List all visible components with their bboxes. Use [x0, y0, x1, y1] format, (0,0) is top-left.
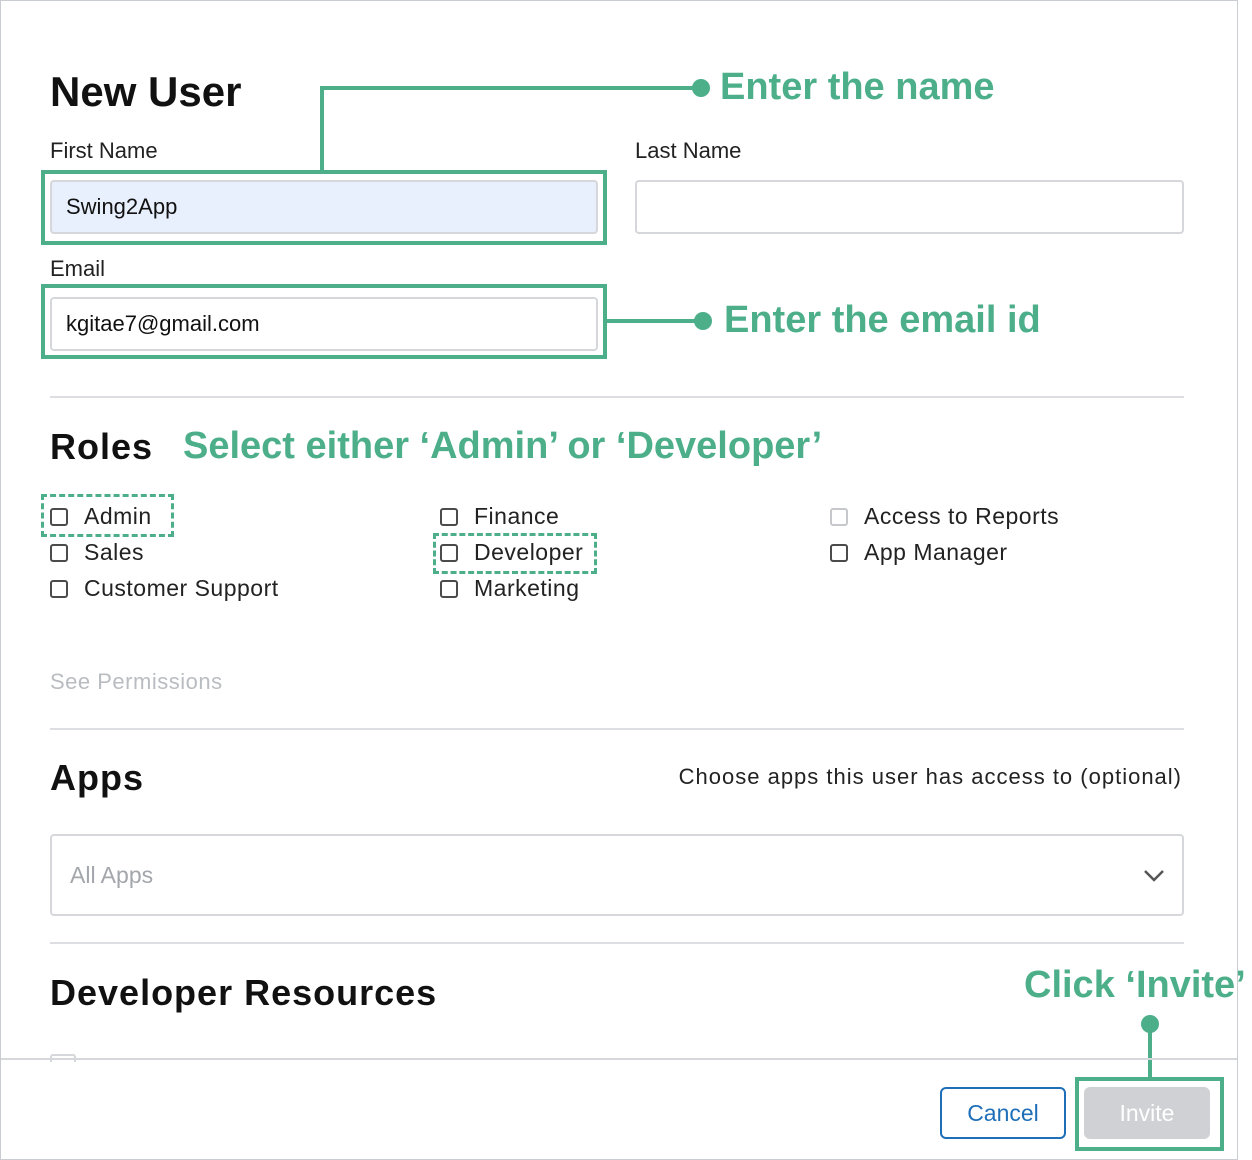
annotation-email: Enter the email id: [724, 299, 1041, 341]
role-customer-support[interactable]: Customer Support: [50, 575, 279, 602]
apps-heading: Apps: [50, 757, 144, 798]
developer-highlight: [433, 533, 597, 574]
roles-heading: Roles: [50, 426, 154, 467]
footer-divider: [1, 1058, 1237, 1060]
role-access-to-reports: Access to Reports: [830, 503, 1059, 530]
checkbox-icon[interactable]: [440, 507, 458, 526]
checkbox-icon[interactable]: [50, 579, 68, 598]
chevron-down-icon: [1144, 870, 1164, 882]
checkbox-icon[interactable]: [50, 543, 68, 562]
divider: [50, 396, 1184, 398]
role-label: Customer Support: [84, 575, 279, 601]
admin-highlight: [41, 494, 174, 537]
role-label: Finance: [474, 503, 560, 529]
cancel-button[interactable]: Cancel: [940, 1087, 1066, 1139]
divider: [50, 942, 1184, 944]
checkbox-icon[interactable]: [830, 543, 848, 562]
apps-hint: Choose apps this user has access to (opt…: [678, 764, 1182, 789]
annotation-name: Enter the name: [720, 66, 995, 108]
role-label: Marketing: [474, 575, 580, 601]
checkbox-icon: [830, 507, 848, 526]
annotation-invite: Click ‘Invite’: [1024, 964, 1246, 1006]
invite-highlight: [1075, 1077, 1224, 1151]
role-marketing[interactable]: Marketing: [440, 575, 579, 602]
role-label: Sales: [84, 539, 145, 565]
apps-select[interactable]: All Apps: [50, 834, 1184, 916]
role-label: Access to Reports: [864, 503, 1060, 529]
annotation-roles: Select either ‘Admin’ or ‘Developer’: [183, 425, 823, 467]
see-permissions-link[interactable]: See Permissions: [50, 669, 223, 695]
divider: [50, 728, 1184, 730]
role-sales[interactable]: Sales: [50, 539, 144, 566]
role-label: App Manager: [864, 539, 1008, 565]
role-finance[interactable]: Finance: [440, 503, 559, 530]
checkbox-icon[interactable]: [440, 579, 458, 598]
role-app-manager[interactable]: App Manager: [830, 539, 1008, 566]
apps-select-value: All Apps: [70, 862, 154, 888]
developer-resources-heading: Developer Resources: [50, 972, 438, 1013]
